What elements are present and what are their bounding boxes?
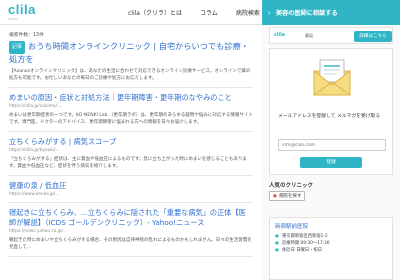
result-url[interactable]: https://clila.jp/byouki/... <box>9 148 253 153</box>
result-title[interactable]: めまいの原因・症状と対処方法｜更年期障害・更年期のなやみのこと <box>9 93 253 103</box>
result-item: 記事 おうち時間オンラインクリニック | 自宅からいつでも診療・処方を 【Axan… <box>9 41 253 88</box>
result-item: 立ちくらみがする | 病気スコープ https://clila.jp/byouk… <box>9 137 253 176</box>
result-title[interactable]: 立ちくらみがする | 病気スコープ <box>9 137 253 147</box>
clinic-address: ● 東京都新宿区西新宿1-2 <box>275 233 387 240</box>
result-item: めまいの原因・症状と対処方法｜更年期障害・更年期のなやみのこと https://… <box>9 93 253 132</box>
main-nav: clila（クリラ）とは コラム 病院検索 <box>128 0 278 25</box>
clinic-holiday: ● 休診日 日曜日・祝日 <box>275 247 387 254</box>
pharmacy-ad-card[interactable]: clila 薬局 詳細はこちら <box>269 27 393 44</box>
result-url[interactable]: https://clila.jp/column/... <box>9 104 253 109</box>
newsletter-caption: メールアドレスを登録して メルマガを受け取る <box>278 114 381 119</box>
site-header: clila MEDIA clila（クリラ）とは コラム 病院検索 › 美容の医… <box>0 0 400 25</box>
result-item: 健康の泉 / 低血圧 https://www.kenko.jp/... <box>9 181 253 203</box>
result-count: 検索件数：13件 <box>9 33 44 38</box>
nav-about[interactable]: clila（クリラ）とは <box>128 8 182 17</box>
newsletter-box: メールアドレスを登録して メルマガを受け取る 登録 <box>269 48 393 175</box>
search-results: 検索件数：13件 記事 おうち時間オンラインクリニック | 自宅からいつでも診療・… <box>0 25 262 280</box>
nav-column[interactable]: コラム <box>200 8 218 17</box>
calendar-icon: ● <box>275 248 279 253</box>
find-hospital-label: 病院を探す <box>278 194 302 199</box>
subscribe-button[interactable]: 登録 <box>300 157 362 168</box>
logo-text[interactable]: clila <box>8 3 54 16</box>
chevron-right-icon: › <box>268 8 271 17</box>
ad-detail-button[interactable]: 詳細はこちら <box>354 31 392 42</box>
result-title[interactable]: 健康の泉 / 低血圧 <box>9 181 253 191</box>
email-field[interactable] <box>278 139 386 151</box>
clinic-hours: ● 診療時間 09:30〜17:30 <box>275 240 387 247</box>
clila-logo[interactable]: clila MEDIA <box>8 3 54 23</box>
map-pin-icon: ● <box>273 194 277 199</box>
find-hospital-tag[interactable]: ● 病院を探す <box>269 191 306 201</box>
result-description: 朝起きた時にめまいや立ちくらみがする場合、その原因は自律神経の乱れによるものかも… <box>9 238 252 250</box>
mail-envelope-icon <box>313 59 351 96</box>
result-description: 「立ちくらみがする」症状は、主に貧血や低血圧によるものです。急に立ち上がった時に… <box>9 157 247 169</box>
result-description: 【Axanosオンラインクリニック】は、あなたの生活に合わせて対応できるオンライ… <box>9 69 251 81</box>
sidebar: clila 薬局 詳細はこちら メールアドレスを登録して メルマガを受け取る 登… <box>262 25 400 280</box>
clinic-holiday-text: 休診日 日曜日・祝日 <box>282 248 323 253</box>
consult-doctor-label: 美容の医師に相談する <box>275 10 338 17</box>
result-item: 寝起きに立ちくらみ、...立ちくらみに隠された「重要な病気」の正体【医師が解説】… <box>9 208 253 257</box>
clinic-address-text: 東京都新宿区西新宿1-2 <box>282 234 328 239</box>
location-icon: ● <box>275 234 279 239</box>
clock-icon: ● <box>275 241 279 246</box>
result-url[interactable]: https://news.yahoo.co.jp/... <box>9 229 253 234</box>
consult-doctor-button[interactable]: › 美容の医師に相談する <box>262 0 400 25</box>
result-description: めまいは更年期症状の一つです。KO-NENKI Lab.（更年期ラボ）は、更年期… <box>9 113 253 125</box>
result-title-text[interactable]: おうち時間オンラインクリニック | 自宅からいつでも診療・処方を <box>9 41 249 64</box>
result-url[interactable]: https://www.kenko.jp/... <box>9 192 253 197</box>
ad-pharmacy-label: 薬局 <box>305 32 314 38</box>
clinic-name[interactable]: 新宿駅前医院 <box>275 222 387 230</box>
result-title[interactable]: 記事 おうち時間オンラインクリニック | 自宅からいつでも診療・処方を <box>9 41 253 65</box>
popular-clinics-heading: 人気のクリニック <box>269 183 314 189</box>
logo-subtitle: MEDIA <box>8 17 18 21</box>
ad-logo: clila <box>274 33 286 38</box>
clinic-hours-text: 診療時間 09:30〜17:30 <box>282 241 330 246</box>
clinic-card[interactable]: 新宿駅前医院 ● 東京都新宿区西新宿1-2 ● 診療時間 09:30〜17:30 ●… <box>269 217 393 280</box>
nav-hospital-search[interactable]: 病院検索 <box>236 8 260 17</box>
result-title[interactable]: 寝起きに立ちくらみ、...立ちくらみに隠された「重要な病気」の正体【医師が解説】… <box>9 208 253 228</box>
article-badge: 記事 <box>9 41 26 54</box>
